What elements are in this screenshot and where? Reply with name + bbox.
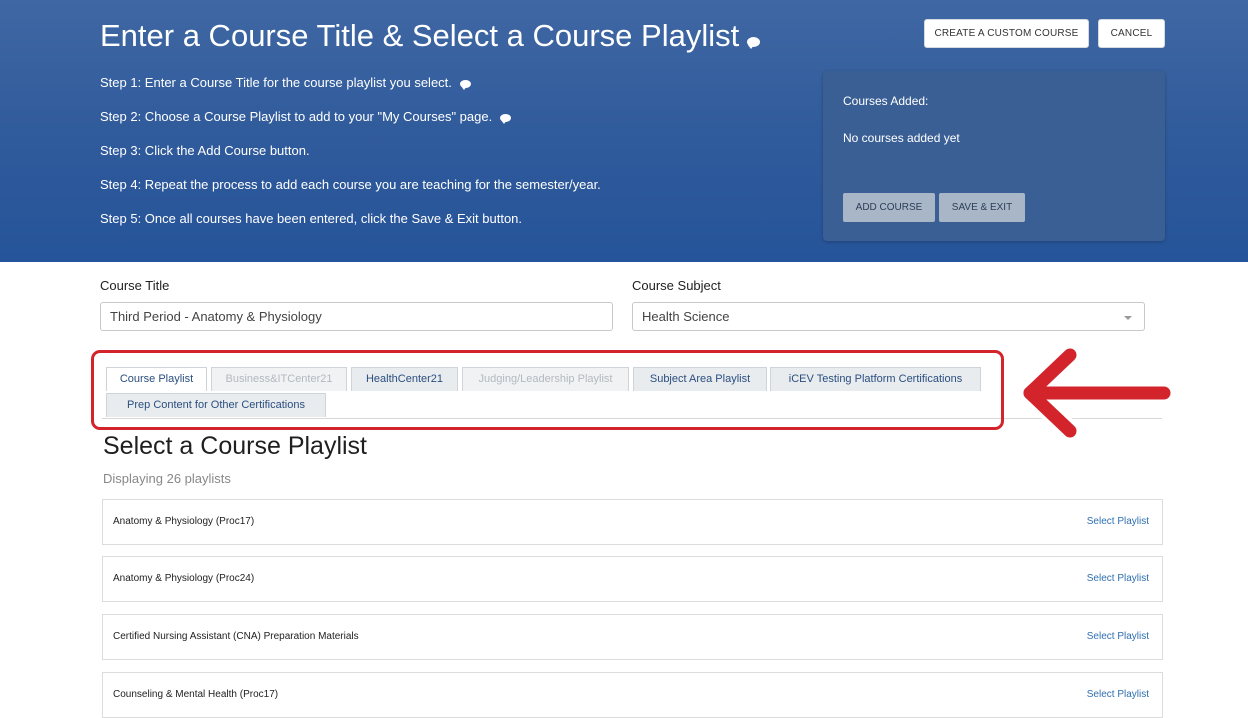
- courses-added-empty-text: No courses added yet: [843, 131, 960, 145]
- create-custom-course-button[interactable]: CREATE A CUSTOM COURSE: [924, 19, 1089, 48]
- playlist-name: Counseling & Mental Health (Proc17): [113, 689, 279, 700]
- playlist-row: Anatomy & Physiology (Proc17) Select Pla…: [102, 499, 1163, 545]
- courses-added-panel: Courses Added: No courses added yet ADD …: [823, 71, 1165, 241]
- playlist-name: Anatomy & Physiology (Proc24): [113, 573, 255, 584]
- playlist-name: Anatomy & Physiology (Proc17): [113, 516, 255, 527]
- section-heading: Select a Course Playlist: [103, 432, 368, 460]
- comment-icon[interactable]: [459, 79, 471, 90]
- comment-icon[interactable]: [747, 36, 761, 49]
- add-course-button[interactable]: ADD COURSE: [843, 193, 935, 222]
- course-subject-label: Course Subject: [632, 278, 721, 293]
- step-4: Step 4: Repeat the process to add each c…: [100, 177, 601, 192]
- playlist-name: Certified Nursing Assistant (CNA) Prepar…: [113, 631, 359, 642]
- step-3: Step 3: Click the Add Course button.: [100, 143, 310, 158]
- course-subject-select[interactable]: Health Science: [632, 302, 1145, 331]
- courses-added-heading: Courses Added:: [843, 94, 929, 108]
- step-1: Step 1: Enter a Course Title for the cou…: [100, 75, 471, 90]
- select-playlist-link[interactable]: Select Playlist: [1087, 631, 1149, 642]
- course-title-label: Course Title: [100, 278, 170, 293]
- playlist-row: Certified Nursing Assistant (CNA) Prepar…: [102, 614, 1163, 660]
- cancel-button[interactable]: CANCEL: [1098, 19, 1165, 48]
- course-title-input[interactable]: Third Period - Anatomy & Physiology: [100, 302, 613, 331]
- step-5: Step 5: Once all courses have been enter…: [100, 211, 523, 226]
- annotation-highlight-box: [91, 350, 1004, 430]
- annotation-arrow-icon: [1019, 345, 1175, 441]
- save-exit-button[interactable]: SAVE & EXIT: [939, 193, 1025, 222]
- select-playlist-link[interactable]: Select Playlist: [1087, 689, 1149, 700]
- playlist-row: Anatomy & Physiology (Proc24) Select Pla…: [102, 556, 1163, 602]
- playlist-count: Displaying 26 playlists: [103, 471, 231, 486]
- course-subject-value: Health Science: [642, 309, 730, 324]
- page-title: Enter a Course Title & Select a Course P…: [100, 18, 761, 54]
- chevron-down-icon: [1124, 316, 1132, 320]
- comment-icon[interactable]: [500, 113, 512, 124]
- select-playlist-link[interactable]: Select Playlist: [1087, 573, 1149, 584]
- select-playlist-link[interactable]: Select Playlist: [1087, 516, 1149, 527]
- header-banner: Enter a Course Title & Select a Course P…: [0, 0, 1248, 262]
- step-2: Step 2: Choose a Course Playlist to add …: [100, 109, 512, 124]
- playlist-row: Counseling & Mental Health (Proc17) Sele…: [102, 672, 1163, 718]
